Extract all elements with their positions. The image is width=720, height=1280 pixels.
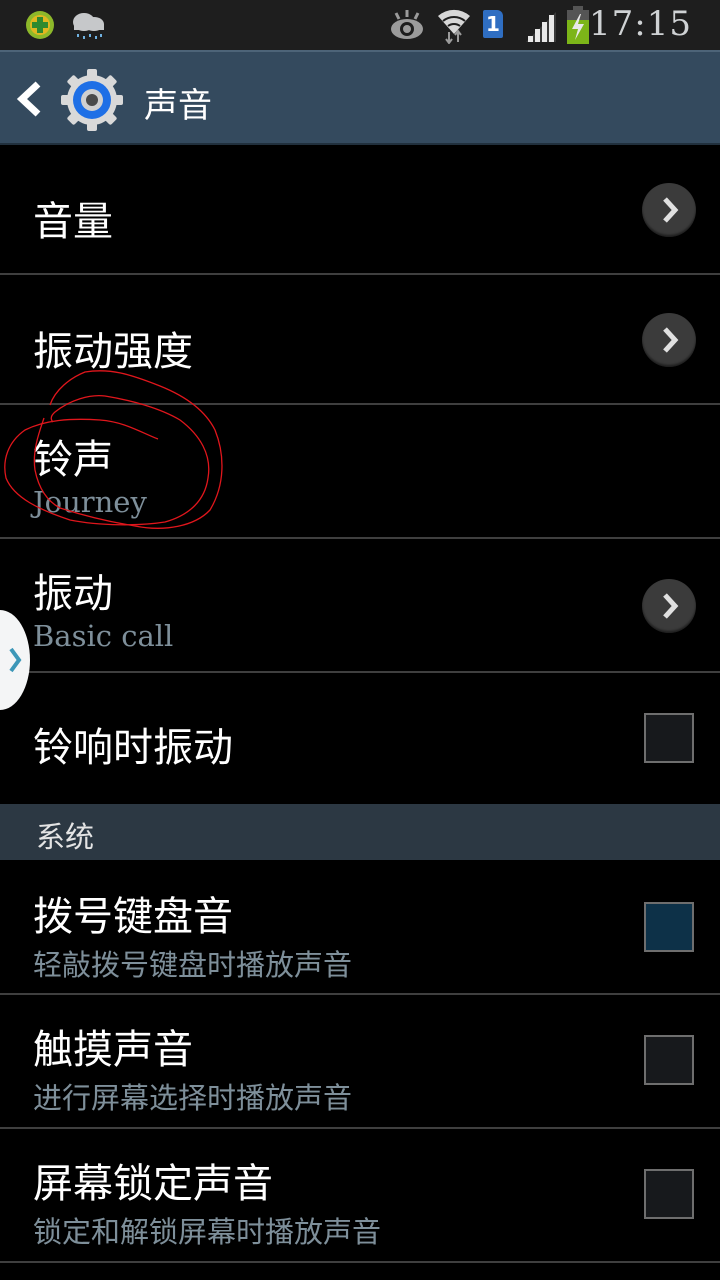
list-item-dialpad-tones[interactable]: 拨号键盘音 轻敲拨号键盘时播放声音 (0, 860, 720, 995)
item-title: 拨号键盘音 (33, 894, 233, 940)
clock: 17:15 (589, 4, 692, 44)
chevron-right-button[interactable] (642, 579, 696, 633)
list-item-vibration-intensity[interactable]: 振动强度 (0, 275, 720, 405)
item-title: 屏幕锁定声音 (33, 1161, 273, 1207)
item-title: 音量 (33, 199, 113, 245)
item-title: 振动 (33, 571, 113, 617)
security-app-icon (26, 11, 54, 39)
screen-lock-sound-checkbox[interactable] (644, 1169, 694, 1219)
action-bar: 声音 (0, 50, 720, 145)
chevron-right-icon (663, 593, 679, 619)
item-summary: Basic call (33, 619, 174, 653)
page-title: 声音 (144, 86, 212, 126)
chevron-right-button[interactable] (642, 183, 696, 237)
list-item-ringtone[interactable]: 铃声 Journey (0, 405, 720, 539)
item-title: 振动强度 (33, 329, 193, 375)
chevron-right-icon (663, 197, 679, 223)
list-item-screen-lock-sound[interactable]: 屏幕锁定声音 锁定和解锁屏幕时播放声音 (0, 1129, 720, 1263)
list-item-vibration[interactable]: 振动 Basic call (0, 539, 720, 673)
battery-charging-icon (567, 6, 589, 44)
item-summary: 锁定和解锁屏幕时播放声音 (33, 1215, 382, 1249)
chevron-right-icon (9, 647, 22, 673)
vibrate-when-ringing-checkbox[interactable] (644, 713, 694, 763)
item-title: 触摸声音 (33, 1027, 193, 1073)
item-summary: Journey (33, 485, 147, 519)
wifi-icon (438, 9, 470, 44)
status-bar: 1 17:15 (0, 0, 720, 50)
list-item-vibrate-when-ringing[interactable]: 铃响时振动 (0, 673, 720, 804)
signal-icon (526, 12, 556, 42)
item-summary: 进行屏幕选择时播放声音 (33, 1081, 353, 1115)
list-item-volume[interactable]: 音量 (0, 145, 720, 275)
item-title: 铃响时振动 (33, 725, 233, 771)
settings-gear-icon (61, 69, 123, 131)
settings-list: 音量 振动强度 铃声 Journey 振动 Basic call 铃响时振动 系… (0, 145, 720, 1263)
chevron-right-button[interactable] (642, 313, 696, 367)
chevron-right-icon (663, 327, 679, 353)
list-item-touch-sounds[interactable]: 触摸声音 进行屏幕选择时播放声音 (0, 995, 720, 1129)
dialpad-tones-checkbox[interactable] (644, 902, 694, 952)
sim1-icon: 1 (483, 10, 503, 38)
chevron-left-icon[interactable] (16, 80, 44, 118)
section-label: 系统 (36, 820, 95, 854)
eye-icon (391, 10, 423, 39)
section-header-system: 系统 (0, 804, 720, 860)
weather-rain-icon (73, 13, 104, 39)
item-summary: 轻敲拨号键盘时播放声音 (33, 948, 353, 982)
touch-sounds-checkbox[interactable] (644, 1035, 694, 1085)
item-title: 铃声 (33, 437, 113, 483)
